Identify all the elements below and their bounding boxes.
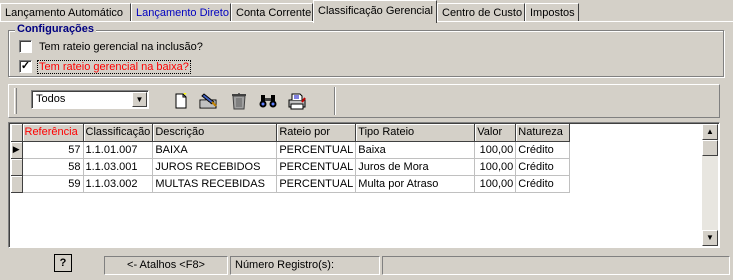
tab-classificacao-gerencial[interactable]: Classificação Gerencial [313, 0, 437, 23]
vertical-scrollbar[interactable]: ▲ ▼ [702, 124, 718, 246]
new-button[interactable] [169, 90, 193, 112]
new-document-icon [175, 93, 187, 109]
cell-tipo-rateio[interactable]: Juros de Mora [355, 158, 476, 176]
config-group-title: Configurações [15, 23, 97, 35]
status-bar: ? <- Atalhos <F8> Número Registro(s): [0, 252, 733, 280]
row-indicator-header [11, 124, 23, 142]
tab-label: Conta Corrente [236, 7, 312, 19]
column-header-rateio-por[interactable]: Rateio por [276, 124, 357, 142]
checkbox-label: Tem rateio gerencial na baixa? [37, 59, 191, 74]
checkbox-rateio-baixa[interactable]: ✓ Tem rateio gerencial na baixa? [19, 59, 191, 74]
cell-descricao[interactable]: JUROS RECEBIDOS [152, 158, 278, 176]
column-header-referencia[interactable]: Referência [22, 124, 84, 142]
delete-button[interactable] [227, 90, 251, 112]
print-icon [288, 93, 306, 110]
grid-header-row: Referência Classificação Descrição Ratei… [11, 124, 571, 142]
search-binoculars-icon [259, 95, 277, 108]
cell-rateio-por[interactable]: PERCENTUAL [276, 141, 357, 159]
print-button[interactable] [285, 90, 309, 112]
shortcuts-panel[interactable]: <- Atalhos <F8> [104, 256, 228, 275]
tab-label: Lançamento Direto [136, 7, 229, 19]
tab-centro-de-custo[interactable]: Centro de Custo [437, 3, 525, 22]
cell-rateio-por[interactable]: PERCENTUAL [276, 175, 357, 193]
cell-classificacao[interactable]: 1.1.01.007 [83, 141, 154, 159]
table-row[interactable]: 59 1.1.03.002 MULTAS RECEBIDAS PERCENTUA… [11, 175, 571, 193]
row-indicator [11, 158, 23, 176]
tab-conta-corrente[interactable]: Conta Corrente [231, 3, 313, 22]
search-button[interactable] [256, 90, 280, 112]
table-row[interactable]: 58 1.1.03.001 JUROS RECEBIDOS PERCENTUAL… [11, 158, 571, 176]
tab-lancamento-automatico[interactable]: Lançamento Automático [0, 3, 131, 22]
column-header-tipo-rateio[interactable]: Tipo Rateio [355, 124, 476, 142]
cell-rateio-por[interactable]: PERCENTUAL [276, 158, 357, 176]
toolbar: Todos ▼ [8, 84, 720, 118]
grid-table: Referência Classificação Descrição Ratei… [11, 124, 571, 193]
scroll-down-icon[interactable]: ▼ [702, 230, 718, 246]
data-grid[interactable]: Referência Classificação Descrição Ratei… [8, 122, 720, 248]
cell-classificacao[interactable]: 1.1.03.001 [83, 158, 154, 176]
filter-select-value: Todos [36, 93, 66, 105]
column-header-valor[interactable]: Valor [474, 124, 517, 142]
tab-label: Centro de Custo [442, 7, 523, 19]
record-count-panel: Número Registro(s): [230, 256, 380, 275]
column-header-descricao[interactable]: Descrição [152, 124, 278, 142]
edit-icon [199, 93, 217, 109]
cell-referencia[interactable]: 59 [22, 175, 84, 193]
cell-tipo-rateio[interactable]: Multa por Atraso [355, 175, 476, 193]
row-indicator [11, 175, 23, 193]
help-icon[interactable]: ? [54, 254, 72, 272]
tab-bar: Lançamento Automático Lançamento Direto … [0, 0, 733, 23]
scroll-thumb[interactable] [702, 140, 718, 156]
scroll-up-icon[interactable]: ▲ [702, 124, 718, 140]
cell-tipo-rateio[interactable]: Baixa [355, 141, 476, 159]
checkbox-label: Tem rateio gerencial na inclusão? [39, 40, 203, 53]
cell-descricao[interactable]: BAIXA [152, 141, 278, 159]
table-row[interactable]: ▶ 57 1.1.01.007 BAIXA PERCENTUAL Baixa 1… [11, 141, 571, 159]
tab-label: Impostos [530, 7, 575, 19]
filter-select[interactable]: Todos ▼ [31, 90, 149, 109]
tab-impostos[interactable]: Impostos [525, 3, 579, 22]
cell-valor[interactable]: 100,00 [474, 158, 517, 176]
cell-valor[interactable]: 100,00 [474, 175, 517, 193]
cell-referencia[interactable]: 58 [22, 158, 84, 176]
tab-label: Lançamento Automático [5, 7, 124, 19]
cell-referencia[interactable]: 57 [22, 141, 84, 159]
cell-classificacao[interactable]: 1.1.03.002 [83, 175, 154, 193]
tab-lancamento-direto[interactable]: Lançamento Direto [131, 3, 231, 22]
cell-natureza[interactable]: Crédito [515, 141, 571, 159]
config-group: Configurações Tem rateio gerencial na in… [8, 23, 724, 77]
status-empty-panel [382, 256, 730, 275]
checkbox-box-checked[interactable]: ✓ [19, 60, 32, 73]
toolbar-grip[interactable] [14, 88, 17, 114]
cell-descricao[interactable]: MULTAS RECEBIDAS [152, 175, 278, 193]
checkbox-rateio-inclusao[interactable]: Tem rateio gerencial na inclusão? [19, 40, 204, 53]
delete-icon [232, 93, 246, 110]
cell-valor[interactable]: 100,00 [474, 141, 517, 159]
cell-natureza[interactable]: Crédito [515, 175, 571, 193]
checkbox-box[interactable] [19, 40, 32, 53]
cell-natureza[interactable]: Crédito [515, 158, 571, 176]
column-header-classificacao[interactable]: Classificação [83, 124, 154, 142]
current-row-arrow-icon: ▶ [11, 141, 23, 159]
chevron-down-icon[interactable]: ▼ [132, 92, 147, 107]
column-header-natureza[interactable]: Natureza [515, 124, 571, 142]
tab-label: Classificação Gerencial [318, 5, 433, 17]
edit-button[interactable] [197, 90, 221, 112]
toolbar-separator [334, 87, 336, 115]
